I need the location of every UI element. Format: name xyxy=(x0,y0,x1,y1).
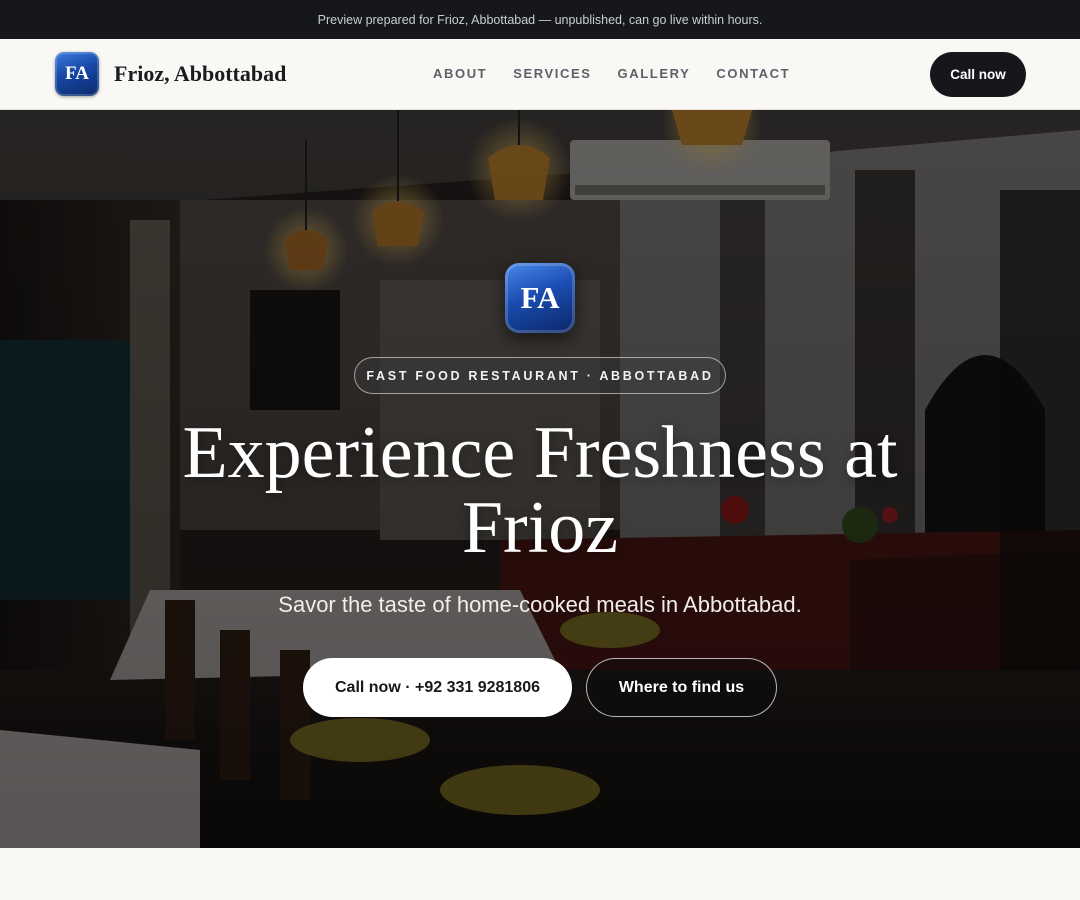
preview-banner-text: Preview prepared for Frioz, Abbottabad —… xyxy=(317,12,763,27)
brand-name[interactable]: Frioz, Abbottabad xyxy=(114,61,286,87)
hero-logo-initials: FA xyxy=(520,280,560,315)
find-us-button[interactable]: Where to find us xyxy=(586,658,777,717)
nav-link-about[interactable]: ABOUT xyxy=(433,66,487,81)
brand-logo-initials: FA xyxy=(65,63,89,84)
category-badge: FAST FOOD RESTAURANT · ABBOTTABAD xyxy=(354,357,726,394)
main-nav: ABOUT SERVICES GALLERY CONTACT xyxy=(433,66,790,81)
preview-banner: Preview prepared for Frioz, Abbottabad —… xyxy=(0,0,1080,39)
hero-logo: FA xyxy=(505,263,575,333)
hero-title: Experience Freshness at Frioz xyxy=(182,412,898,569)
header-call-button[interactable]: Call now xyxy=(930,52,1026,97)
hero-subtitle: Savor the taste of home-cooked meals in … xyxy=(278,592,802,617)
nav-link-services[interactable]: SERVICES xyxy=(513,66,591,81)
site-header: FA Frioz, Abbottabad ABOUT SERVICES GALL… xyxy=(0,39,1080,110)
nav-link-contact[interactable]: CONTACT xyxy=(716,66,790,81)
hero-section: FA FAST FOOD RESTAURANT · ABBOTTABAD Exp… xyxy=(0,110,1080,848)
call-now-button[interactable]: Call now · +92 331 9281806 xyxy=(303,658,572,717)
nav-link-gallery[interactable]: GALLERY xyxy=(618,66,691,81)
brand-logo[interactable]: FA xyxy=(55,52,99,96)
